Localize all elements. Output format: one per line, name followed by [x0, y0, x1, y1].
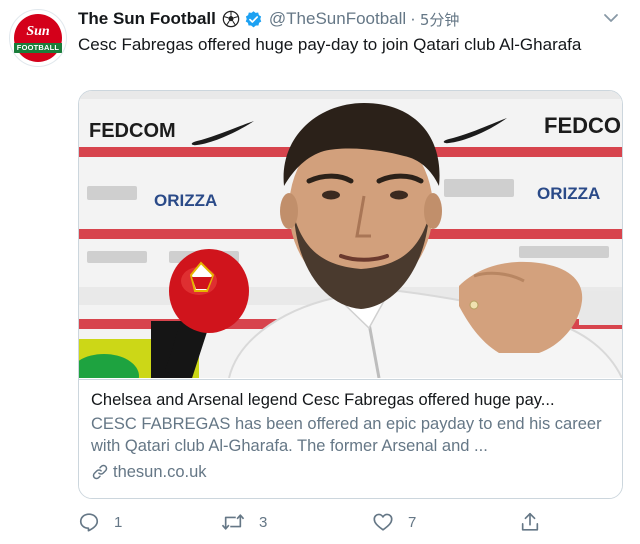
soccer-ball-icon: [222, 10, 240, 28]
logo-text: Sun: [26, 24, 50, 39]
card-domain[interactable]: thesun.co.uk: [91, 461, 207, 483]
reply-icon: [79, 513, 99, 532]
separator-dot: ·: [410, 9, 416, 28]
reply-count: 1: [114, 513, 123, 531]
link-icon: [92, 464, 108, 480]
sun-football-logo: Sun FOOTBALL: [14, 14, 62, 62]
verified-badge-icon: [245, 10, 262, 27]
share-button[interactable]: [519, 508, 555, 536]
sponsor-text-right: FEDCO: [544, 113, 621, 138]
tweet-actions: 1 3 7: [78, 508, 578, 536]
tweet-text: Cesc Fabregas offered huge pay-day to jo…: [78, 35, 582, 54]
retweet-button[interactable]: 3: [221, 508, 267, 536]
timestamp[interactable]: 5分钟: [420, 9, 460, 30]
handle[interactable]: @TheSunFootball: [269, 9, 406, 29]
tweet[interactable]: Sun FOOTBALL The Sun Football @TheSunFoo…: [0, 0, 640, 544]
card-image[interactable]: FEDCOM FEDCO ORIZZA ORIZZA: [79, 91, 622, 378]
card-description: CESC FABREGAS has been offered an epic p…: [91, 415, 602, 455]
sponsor-text-orezza-right: ORIZZA: [537, 184, 600, 203]
card-body[interactable]: Chelsea and Arsenal legend Cesc Fabregas…: [79, 379, 622, 498]
sponsor-text-orezza-left: ORIZZA: [154, 191, 217, 210]
link-card[interactable]: FEDCOM FEDCO ORIZZA ORIZZA Chelsea and A…: [78, 90, 623, 499]
chevron-down-icon: [604, 14, 618, 22]
retweet-count: 3: [259, 513, 268, 531]
card-domain-text: thesun.co.uk: [113, 462, 207, 481]
like-count: 7: [408, 513, 417, 531]
sponsor-text-left: FEDCOM: [89, 120, 176, 142]
press-conference-photo: FEDCOM FEDCO ORIZZA ORIZZA: [79, 91, 622, 378]
like-button[interactable]: 7: [372, 508, 416, 536]
tweet-header: The Sun Football @TheSunFootball · 5分钟: [78, 8, 459, 30]
display-name[interactable]: The Sun Football: [78, 9, 216, 29]
reply-button[interactable]: 1: [78, 508, 122, 536]
share-icon: [521, 512, 539, 531]
card-title[interactable]: Chelsea and Arsenal legend Cesc Fabregas…: [91, 389, 611, 411]
retweet-icon: [221, 514, 245, 530]
logo-subtext: FOOTBALL: [14, 43, 62, 53]
heart-icon: [373, 513, 393, 531]
more-options-button[interactable]: [600, 9, 622, 27]
avatar[interactable]: Sun FOOTBALL: [9, 9, 67, 67]
